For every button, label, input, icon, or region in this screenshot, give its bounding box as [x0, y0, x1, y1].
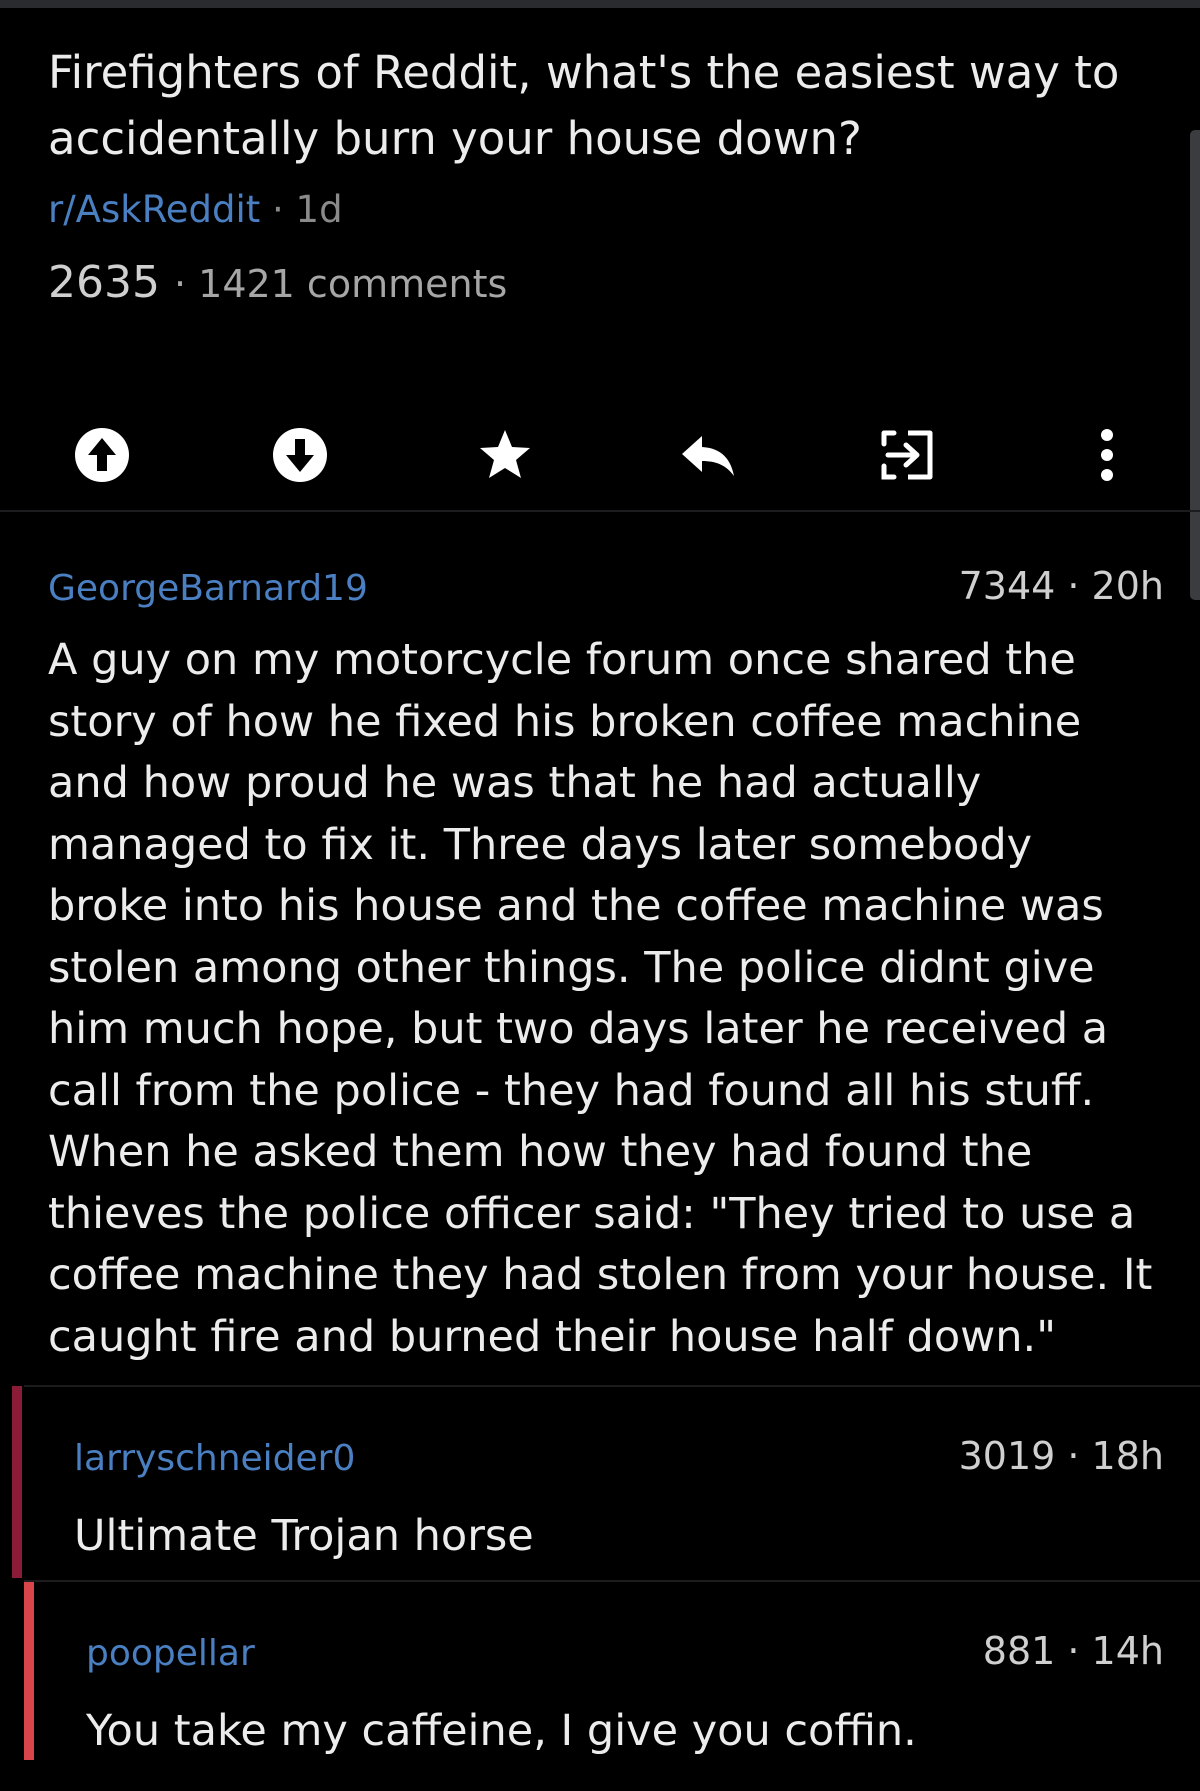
status-strip	[0, 0, 1200, 8]
subreddit-link[interactable]: r/AskReddit	[48, 188, 260, 231]
comment-top-level[interactable]: GeorgeBarnard19 7344 · 20h A guy on my m…	[48, 560, 1164, 1368]
post-action-bar	[0, 400, 1200, 512]
more-icon	[1101, 429, 1113, 481]
comment-header: poopellar 881 · 14h	[86, 1625, 1164, 1685]
share-button[interactable]	[872, 420, 942, 490]
comment-divider	[24, 1385, 1200, 1387]
post-meta: r/AskReddit · 1d	[48, 188, 1158, 231]
more-options-button[interactable]	[1072, 420, 1142, 490]
thread-depth-bar	[24, 1582, 34, 1760]
comment-body: You take my caffeine, I give you coffin.	[86, 1706, 917, 1756]
scrollbar-thumb[interactable]	[1190, 130, 1200, 600]
reply-button[interactable]	[673, 420, 743, 490]
comment-reply[interactable]: larryschneider0 3019 · 18h Ultimate Troj…	[74, 1430, 1164, 1568]
downvote-button[interactable]	[265, 420, 335, 490]
reply-icon	[682, 436, 734, 476]
comment-author[interactable]: larryschneider0	[74, 1438, 355, 1479]
comment-score-time: 3019 · 18h	[958, 1434, 1164, 1478]
comment-author[interactable]: GeorgeBarnard19	[48, 568, 368, 609]
comment-header: GeorgeBarnard19 7344 · 20h	[48, 560, 1164, 620]
comment-score-time: 881 · 14h	[982, 1629, 1164, 1673]
post-age: · 1d	[272, 188, 343, 231]
comment-body: A guy on my motorcycle forum once shared…	[48, 635, 1153, 1362]
post-header: Firefighters of Reddit, what's the easie…	[48, 40, 1158, 308]
post-score: 2635	[48, 257, 160, 308]
comment-header: larryschneider0 3019 · 18h	[74, 1430, 1164, 1490]
share-icon	[881, 430, 933, 480]
comment-count: · 1421 comments	[173, 262, 508, 306]
comment-body: Ultimate Trojan horse	[74, 1511, 534, 1561]
comment-reply[interactable]: poopellar 881 · 14h You take my caffeine…	[86, 1625, 1164, 1763]
comment-author[interactable]: poopellar	[86, 1633, 255, 1674]
post-stats: 2635 · 1421 comments	[48, 257, 1158, 308]
save-button[interactable]	[470, 420, 540, 490]
comment-score-time: 7344 · 20h	[958, 564, 1164, 608]
upvote-button[interactable]	[67, 420, 137, 490]
downvote-icon	[273, 428, 327, 482]
post-title: Firefighters of Reddit, what's the easie…	[48, 46, 1120, 165]
comment-divider	[24, 1580, 1200, 1582]
thread-depth-bar	[12, 1386, 22, 1578]
star-icon	[480, 430, 530, 478]
upvote-icon	[75, 428, 129, 482]
